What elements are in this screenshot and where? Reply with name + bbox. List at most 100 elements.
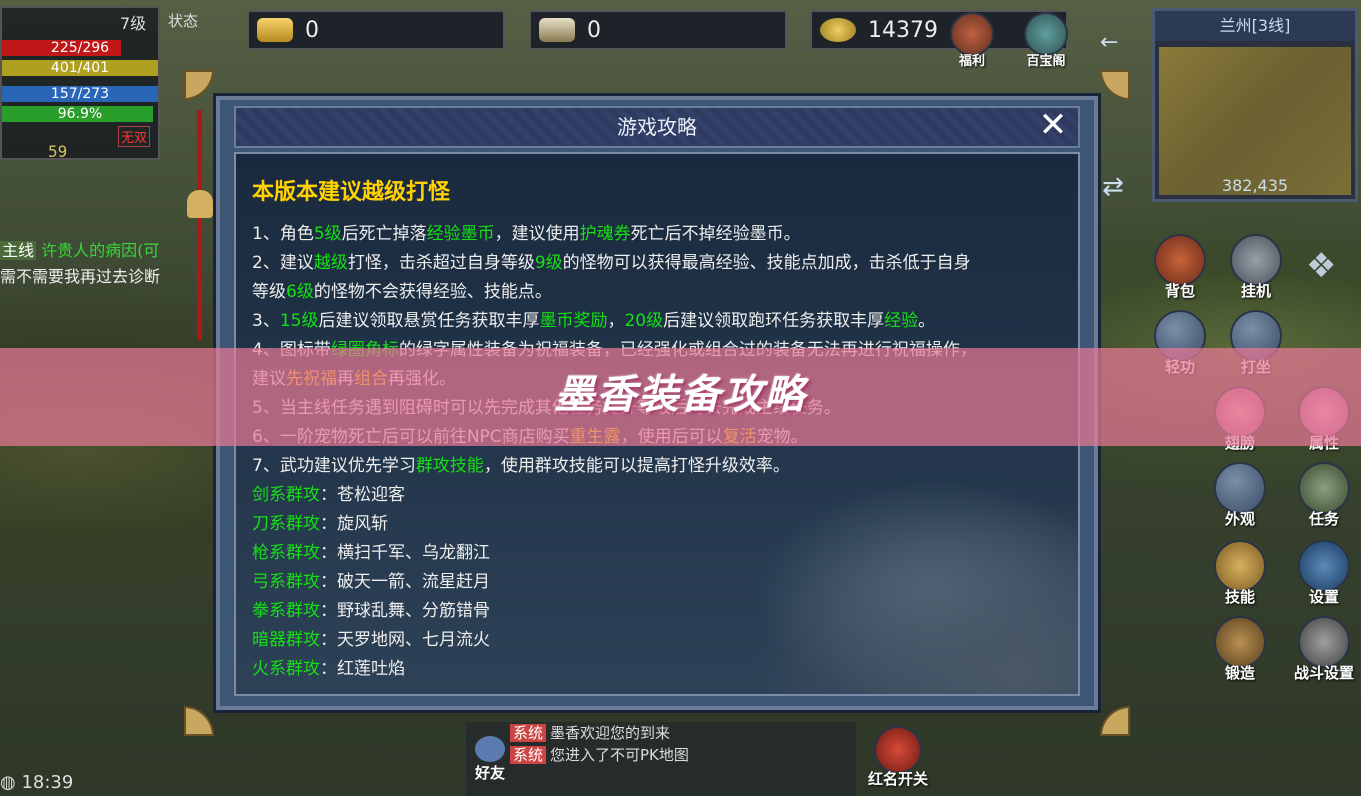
guide-line: 等级6级的怪物不会获得经验、技能点。	[252, 278, 1078, 307]
map-view[interactable]	[1159, 47, 1351, 195]
guide-heading: 本版本建议越级打怪	[252, 180, 451, 205]
guide-line: 2、建议越级打怪，击杀超过自身等级9级的怪物可以获得最高经验、技能点加成，击杀低…	[252, 249, 1078, 278]
coins-value: 14379	[868, 17, 938, 43]
rage-text: 96.9%	[57, 106, 103, 122]
highlight-text: 6级	[286, 282, 314, 302]
guide-text: 7、武功建议优先学习	[252, 456, 416, 476]
highlight-text: 经验墨币	[426, 224, 495, 244]
hammer-icon	[1214, 616, 1266, 668]
guide-text: ：红莲吐焰	[320, 659, 405, 679]
exp-bar: 157/273	[2, 86, 158, 102]
guide-text: 后建议领取悬赏任务获取丰厚	[318, 311, 540, 331]
hp-bar: 225/296	[2, 40, 158, 56]
bag-label: 背包	[1164, 282, 1195, 300]
mp-text: 401/401	[50, 60, 110, 76]
title-banner: 墨香装备攻略	[0, 348, 1361, 446]
player-value: 59	[48, 142, 68, 161]
dialog-title: 游戏攻略	[617, 115, 697, 139]
red-name-label: 红名开关	[867, 770, 928, 788]
chat-line: 系统 您进入了不可PK地图	[466, 744, 856, 766]
bag-button[interactable]: 背包	[1152, 234, 1208, 302]
guide-line: 拳系群攻：野球乱舞、分筋错骨	[252, 597, 1078, 626]
battle-settings-button[interactable]: 战斗设置	[1292, 616, 1356, 684]
red-name-toggle[interactable]: 红名开关	[862, 726, 934, 794]
frame-corner-tl	[184, 70, 214, 100]
friends-icon	[475, 736, 505, 762]
frame-corner-bl	[184, 706, 214, 736]
compass-icon[interactable]: ❖	[1306, 246, 1336, 286]
chat-text: 您进入了不可PK地图	[550, 746, 689, 764]
demon-mask-icon	[874, 726, 922, 774]
guide-text: 的怪物不会获得经验、技能点。	[313, 282, 552, 302]
chat-tag: 系统	[510, 746, 547, 764]
minimap[interactable]: 兰州[3线] 382,435	[1152, 8, 1358, 202]
quest-tracker[interactable]: 主线 许贵人的病因(可 需不需要我再过去诊断	[0, 238, 200, 290]
guide-text: ：天罗地网、七月流火	[320, 630, 490, 650]
highlight-text: 9级	[534, 253, 563, 273]
dialog-titlebar: 游戏攻略	[234, 106, 1080, 148]
highlight-text: 护魂券	[579, 224, 631, 244]
quest-button[interactable]: 任务	[1296, 462, 1352, 530]
clock-text: 18:39	[21, 772, 74, 793]
skills-button[interactable]: 技能	[1212, 540, 1268, 608]
highlight-text: 经验	[884, 311, 919, 331]
forge-button[interactable]: 锻造	[1212, 616, 1268, 684]
wifi-icon: ◍	[0, 772, 16, 793]
guide-text: 后建议领取跑环任务获取丰厚	[663, 311, 885, 331]
guide-text: 等级	[252, 282, 286, 302]
guide-text: ：野球乱舞、分筋错骨	[320, 601, 490, 621]
settings-button[interactable]: 设置	[1296, 540, 1352, 608]
chat-text: 墨香欢迎您的到来	[550, 724, 671, 742]
close-button[interactable]: ✕	[1034, 106, 1072, 144]
chat-panel[interactable]: 好友 系统 墨香欢迎您的到来 系统 您进入了不可PK地图	[466, 722, 856, 796]
guide-text: ，建议使用	[494, 224, 580, 244]
highlight-text: 群攻技能	[415, 456, 484, 476]
highlight-text: 枪系群攻	[252, 543, 320, 563]
map-title: 兰州[3线]	[1155, 11, 1355, 41]
highlight-text: 墨币奖励	[539, 311, 608, 331]
state-button[interactable]: 状态	[168, 10, 198, 31]
clock: ◍ 18:39	[0, 772, 73, 793]
book-icon	[1214, 540, 1266, 592]
treasure-label: 百宝阁	[1026, 54, 1066, 69]
back-arrow-icon[interactable]: ←	[1100, 30, 1118, 55]
guide-line: 1、角色5级后死亡掉落经验墨币，建议使用护魂券死亡后不掉经验墨币。	[252, 220, 1078, 249]
hp-text: 225/296	[50, 40, 110, 56]
gold-ingot-icon	[257, 18, 293, 42]
banner-text: 墨香装备攻略	[554, 372, 807, 418]
friends-button[interactable]: 好友	[470, 736, 510, 783]
quest-tag: 主线	[0, 241, 37, 260]
guide-line: 火系群攻：红莲吐焰	[252, 655, 1078, 684]
exp-text: 157/273	[50, 86, 110, 102]
guide-text: 后死亡掉落	[341, 224, 427, 244]
locked-ingot-icon	[539, 18, 575, 42]
mp-bar: 401/401	[2, 60, 158, 76]
locked-ingot-currency: 0	[529, 10, 787, 50]
player-status-panel[interactable]: 7级 225/296 401/401 157/273 96.9% 无双 59	[0, 6, 160, 161]
guide-text: 的怪物可以获得最高经验、技能点加成，击杀低于自身	[562, 253, 971, 273]
crossed-swords-icon	[1230, 234, 1282, 286]
rage-bar: 96.9%	[2, 106, 158, 122]
auto-battle-label: 挂机	[1240, 282, 1271, 300]
auto-battle-button[interactable]: 挂机	[1228, 234, 1284, 302]
friends-label: 好友	[474, 764, 505, 782]
map-coordinates: 382,435	[1221, 176, 1289, 195]
wushuang-badge: 无双	[118, 126, 151, 147]
guide-text: ：旋风斩	[320, 514, 388, 534]
guide-line: 刀系群攻：旋风斩	[252, 510, 1078, 539]
gold-ingot-value: 0	[305, 17, 319, 43]
guide-text: ：破天一箭、流星赶月	[320, 572, 490, 592]
guide-line: 弓系群攻：破天一箭、流星赶月	[252, 568, 1078, 597]
skills-label: 技能	[1224, 588, 1255, 606]
guide-text: ，使用群攻技能可以提高打怪升级效率。	[483, 456, 790, 476]
guide-line: 7、武功建议优先学习群攻技能，使用群攻技能可以提高打怪升级效率。	[252, 452, 1078, 481]
highlight-text: 弓系群攻	[252, 572, 320, 592]
highlight-text: 5级	[313, 224, 342, 244]
highlight-text: 暗器群攻	[252, 630, 320, 650]
guide-text: ：横扫千军、乌龙翻江	[320, 543, 490, 563]
guide-line: 枪系群攻：横扫千军、乌龙翻江	[252, 539, 1078, 568]
player-level: 7级	[120, 14, 147, 33]
chat-line: 系统 墨香欢迎您的到来	[466, 722, 856, 744]
appearance-button[interactable]: 外观	[1212, 462, 1268, 530]
close-icon: ✕	[1038, 105, 1068, 145]
